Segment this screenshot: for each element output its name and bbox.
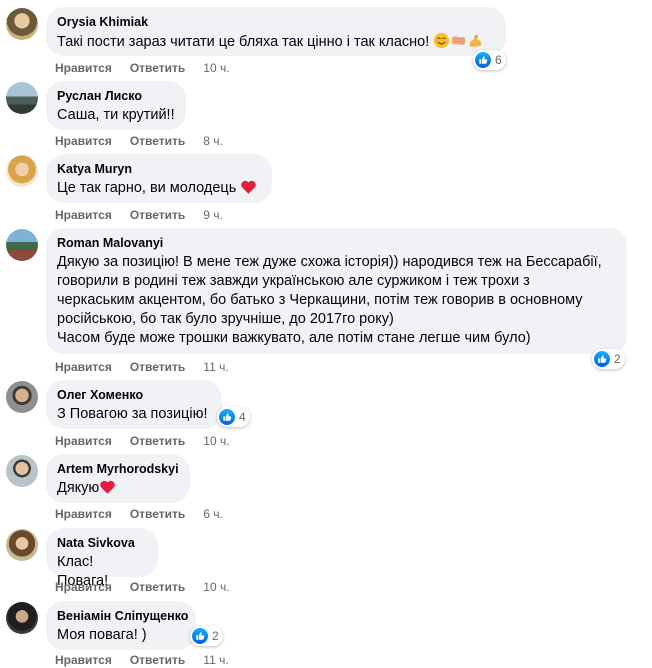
reply-button[interactable]: Ответить — [130, 360, 185, 374]
comment-bubble: Nata Sivkova Клас! Повага! — [46, 528, 158, 589]
flexed-biceps-emoji — [469, 34, 482, 47]
comment-actions: Нравится Ответить 10 ч. — [55, 61, 230, 75]
comment-bubble: Руслан Лиско Саша, ти крутий!! — [46, 81, 186, 130]
comment-text: Саша, ти крутий!! — [57, 107, 175, 123]
like-button[interactable]: Нравится — [55, 653, 112, 667]
comment-author[interactable]: Orysia Khimiak — [57, 14, 495, 30]
like-button[interactable]: Нравится — [55, 434, 112, 448]
reply-button[interactable]: Ответить — [130, 134, 185, 148]
comment-timestamp[interactable]: 10 ч. — [203, 61, 229, 75]
comment-actions: Нравится Ответить 6 ч. — [55, 507, 223, 521]
reaction-count: 6 — [495, 53, 502, 67]
avatar[interactable] — [6, 529, 38, 561]
reaction-count: 2 — [614, 352, 621, 366]
avatar[interactable] — [6, 8, 38, 40]
comment-timestamp[interactable]: 11 ч. — [203, 653, 228, 667]
avatar[interactable] — [6, 229, 38, 261]
comment-timestamp[interactable]: 6 ч. — [203, 507, 223, 521]
comment-timestamp[interactable]: 10 ч. — [203, 434, 229, 448]
avatar[interactable] — [6, 82, 38, 114]
comment-bubble: Artem Myrhorodskyi Дякую — [46, 454, 190, 503]
fist-bump-emoji — [452, 36, 466, 45]
comment-author[interactable]: Artem Myrhorodskyi — [57, 461, 179, 477]
reaction-summary[interactable]: 2 — [190, 626, 223, 646]
reaction-count: 4 — [239, 410, 246, 424]
comment-actions: Нравится Ответить 10 ч. — [55, 434, 230, 448]
reaction-summary[interactable]: 4 — [217, 407, 250, 427]
relieved-face-emoji — [434, 32, 450, 49]
comment-author[interactable]: Руслан Лиско — [57, 88, 175, 104]
comment-text: Такі пости зараз читати це бляха так цін… — [57, 32, 495, 52]
reply-button[interactable]: Ответить — [130, 61, 185, 75]
reply-button[interactable]: Ответить — [130, 507, 185, 521]
comment-text: Це так гарно, ви молодець — [57, 179, 261, 198]
comment-timestamp[interactable]: 8 ч. — [203, 134, 223, 148]
like-icon — [594, 351, 610, 367]
comment-text: З Повагою за позицію! — [57, 406, 208, 422]
reply-button[interactable]: Ответить — [130, 580, 185, 594]
comment-actions: Нравится Ответить 11 ч. — [55, 653, 229, 667]
like-icon — [192, 628, 208, 644]
comment-author[interactable]: Веніамін Сліпущенко — [57, 608, 188, 624]
comment-text: Дякую за позицію! В мене теж дуже схожа … — [57, 254, 602, 346]
like-button[interactable]: Нравится — [55, 507, 112, 521]
comment-bubble: Orysia Khimiak Такі пости зараз читати ц… — [46, 7, 506, 56]
comment-actions: Нравится Ответить 11 ч. — [55, 360, 229, 374]
comment-text: Дякую — [57, 479, 179, 498]
comment-timestamp[interactable]: 9 ч. — [203, 208, 223, 222]
like-icon — [475, 52, 491, 68]
like-button[interactable]: Нравится — [55, 360, 112, 374]
comment-timestamp[interactable]: 10 ч. — [203, 580, 229, 594]
like-button[interactable]: Нравится — [55, 580, 112, 594]
comment-bubble: Roman Malovanyi Дякую за позицію! В мене… — [46, 228, 627, 354]
like-icon — [219, 409, 235, 425]
avatar[interactable] — [6, 155, 38, 187]
reply-button[interactable]: Ответить — [130, 653, 185, 667]
avatar[interactable] — [6, 455, 38, 487]
comment-author[interactable]: Roman Malovanyi — [57, 235, 616, 251]
red-heart-emoji — [100, 480, 116, 494]
like-button[interactable]: Нравится — [55, 61, 112, 75]
comment-timestamp[interactable]: 11 ч. — [203, 360, 228, 374]
comment-bubble: Веніамін Сліпущенко Моя повага! ) — [46, 601, 196, 650]
avatar[interactable] — [6, 381, 38, 413]
reaction-count: 2 — [212, 629, 219, 643]
comment-author[interactable]: Katya Muryn — [57, 161, 261, 177]
comment-author[interactable]: Nata Sivkova — [57, 535, 147, 551]
reply-button[interactable]: Ответить — [130, 434, 185, 448]
comment-actions: Нравится Ответить 10 ч. — [55, 580, 230, 594]
like-button[interactable]: Нравится — [55, 208, 112, 222]
comment-author[interactable]: Олег Хоменко — [57, 387, 211, 403]
comment-actions: Нравится Ответить 9 ч. — [55, 208, 223, 222]
comment-text: Моя повага! ) — [57, 627, 147, 643]
reaction-summary[interactable]: 6 — [473, 50, 506, 70]
reply-button[interactable]: Ответить — [130, 208, 185, 222]
reaction-summary[interactable]: 2 — [592, 349, 625, 369]
red-heart-emoji — [241, 180, 257, 194]
comment-bubble: Katya Muryn Це так гарно, ви молодець — [46, 154, 272, 203]
comment-bubble: Олег Хоменко З Повагою за позицію! — [46, 380, 222, 429]
like-button[interactable]: Нравится — [55, 134, 112, 148]
comment-actions: Нравится Ответить 8 ч. — [55, 134, 223, 148]
avatar[interactable] — [6, 602, 38, 634]
